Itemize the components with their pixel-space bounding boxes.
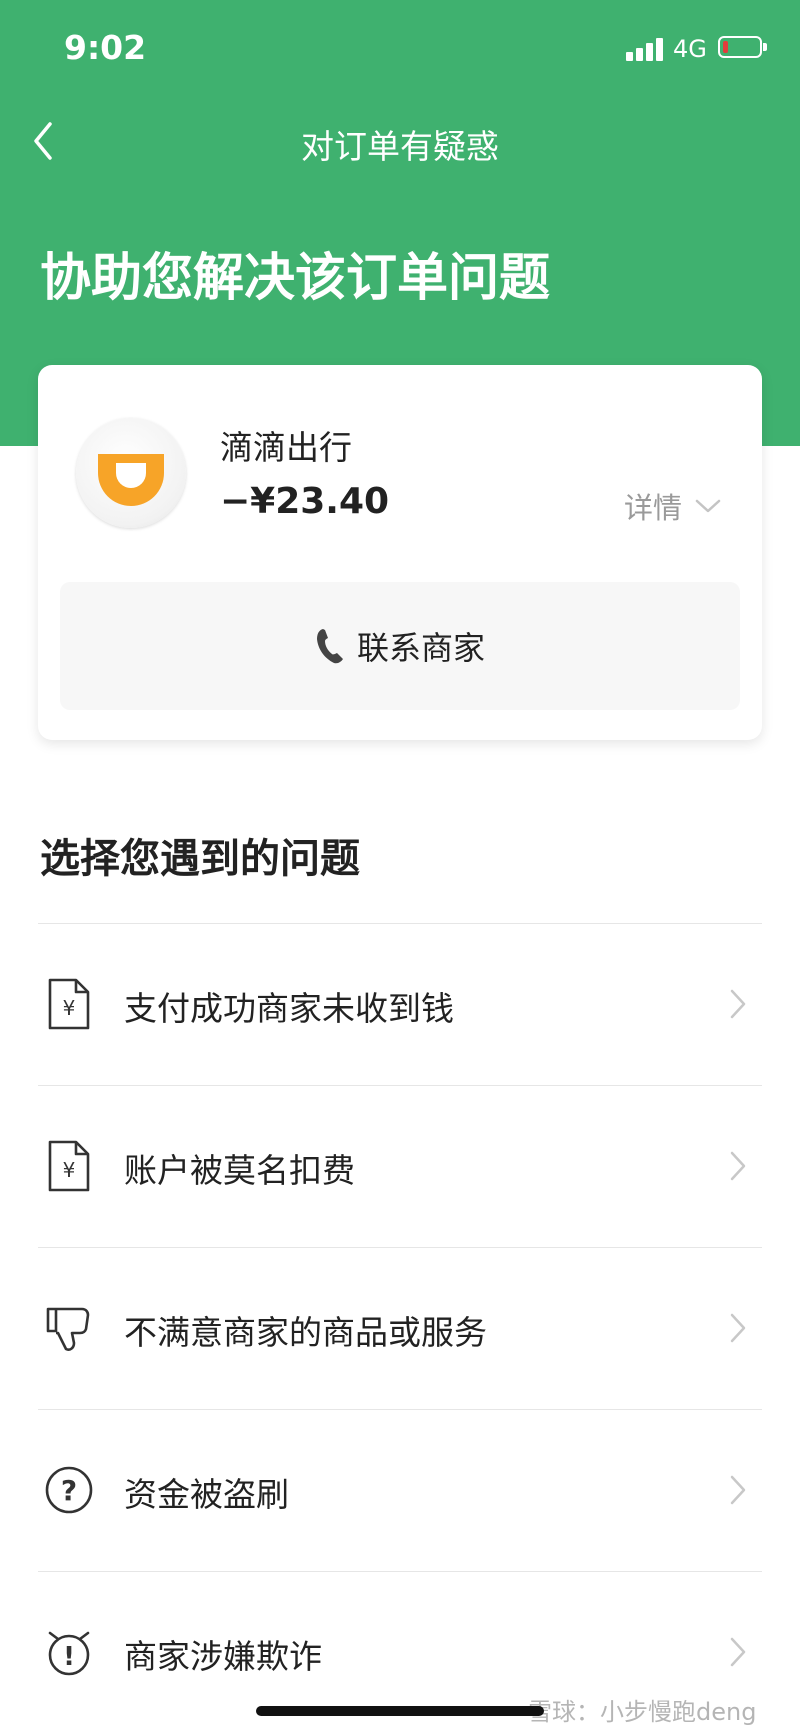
issue-label: 账户被莫名扣费 (124, 1151, 355, 1190)
svg-text:!: ! (63, 1642, 75, 1672)
order-amount: −¥23.40 (220, 481, 390, 522)
issue-item-payment-not-received[interactable]: ¥ 支付成功商家未收到钱 (38, 923, 762, 1085)
nav-title: 对订单有疑惑 (301, 127, 499, 166)
issue-label: 商家涉嫌欺诈 (124, 1637, 322, 1676)
yuan-document-icon: ¥ (48, 1140, 90, 1192)
issue-item-funds-stolen[interactable]: ? 资金被盗刷 (38, 1409, 762, 1571)
issue-list: ¥ 支付成功商家未收到钱 ¥ 账户被莫名扣费 不满意商家的商品或服务 ? 资金被… (38, 923, 762, 1733)
chevron-right-icon (730, 989, 746, 1019)
yuan-document-icon: ¥ (48, 978, 90, 1030)
contact-merchant-label: 联系商家 (356, 629, 485, 667)
issue-label: 不满意商家的商品或服务 (124, 1313, 487, 1352)
status-time: 9:02 (64, 28, 147, 67)
thumbs-down-icon (46, 1307, 90, 1351)
merchant-logo (76, 418, 186, 528)
issue-label: 支付成功商家未收到钱 (124, 989, 454, 1028)
didi-logo-icon (98, 454, 164, 506)
contact-merchant-button[interactable]: 联系商家 (60, 582, 740, 710)
svg-text:?: ? (61, 1474, 77, 1507)
svg-text:¥: ¥ (63, 1158, 76, 1182)
chevron-right-icon (730, 1475, 746, 1505)
issue-label: 资金被盗刷 (124, 1475, 289, 1514)
issue-item-unexpected-charge[interactable]: ¥ 账户被莫名扣费 (38, 1085, 762, 1247)
alarm-exclamation-icon: ! (48, 1631, 90, 1676)
svg-text:¥: ¥ (63, 996, 76, 1020)
question-circle-icon: ? (45, 1466, 93, 1514)
signal-icon (626, 37, 666, 61)
chevron-right-icon (730, 1151, 746, 1181)
home-indicator[interactable] (256, 1706, 544, 1716)
issue-item-unsatisfied-service[interactable]: 不满意商家的商品或服务 (38, 1247, 762, 1409)
detail-label: 详情 (624, 491, 683, 525)
hero-title: 协助您解决该订单问题 (40, 249, 551, 308)
merchant-name: 滴滴出行 (220, 428, 352, 467)
chevron-down-icon (695, 499, 721, 513)
battery-icon (718, 36, 767, 58)
network-type: 4G (673, 35, 707, 63)
order-card: 滴滴出行 −¥23.40 详情 联系商家 (38, 365, 762, 740)
detail-toggle[interactable]: 详情 (624, 485, 722, 527)
chevron-right-icon (730, 1637, 746, 1667)
chevron-right-icon (730, 1313, 746, 1343)
watermark: 雪球：小步慢跑deng (528, 1698, 757, 1726)
issues-section-title: 选择您遇到的问题 (40, 836, 360, 882)
phone-icon (316, 629, 343, 664)
